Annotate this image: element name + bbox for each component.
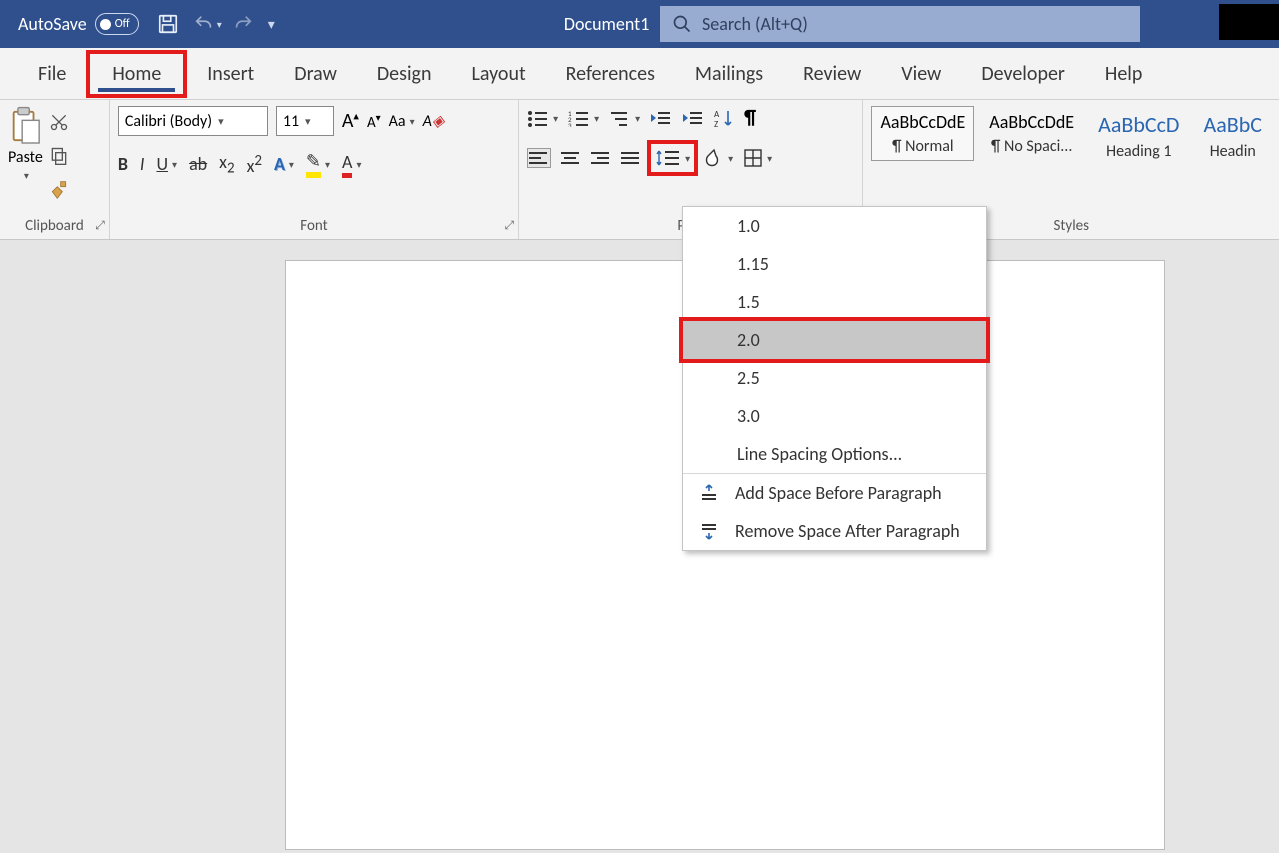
spacing-options[interactable]: Line Spacing Options... [683,435,986,473]
cut-icon[interactable] [49,112,69,132]
style-normal[interactable]: AaBbCcDdE ¶ Normal [871,106,974,161]
style-heading-2[interactable]: AaBbC Headin [1194,106,1271,166]
underline-button[interactable]: U▾ [156,153,177,175]
remove-space-after-icon [697,521,721,541]
clipboard-launcher-icon[interactable]: ⤢ [95,219,105,233]
show-hide-button[interactable]: ¶ [744,106,756,130]
add-space-before-icon [697,483,721,503]
tab-home[interactable]: Home [90,54,183,94]
ribbon-tabs: File Home Insert Draw Design Layout Refe… [0,48,1279,100]
borders-button[interactable]: ▾ [743,148,772,168]
svg-text:3: 3 [568,121,572,127]
line-spacing-button[interactable]: ▾ [651,144,694,172]
group-label-clipboard: Clipboard [8,215,101,237]
svg-text:Z: Z [714,119,718,128]
justify-button[interactable] [621,150,641,166]
spacing-3-0[interactable]: 3.0 [683,397,986,435]
paste-button[interactable]: Paste ▾ [8,106,43,182]
align-right-button[interactable] [591,150,611,166]
text-effects-button[interactable]: A▾ [274,153,294,175]
document-area [0,240,1279,853]
subscript-button[interactable]: x2 [219,151,234,178]
tab-mailings[interactable]: Mailings [675,54,783,94]
chevron-down-icon: ▾ [218,115,224,128]
grow-font-button[interactable]: A▴ [342,109,359,133]
undo-dropdown-icon[interactable]: ▾ [217,18,222,31]
line-spacing-menu: 1.0 1.15 1.5 2.0 2.5 3.0 Line Spacing Op… [682,206,987,551]
tab-view[interactable]: View [881,54,961,94]
ribbon: Paste ▾ Clipboard ⤢ Calibri (Body)▾ 11▾ … [0,100,1279,240]
tab-file[interactable]: File [18,54,86,94]
clear-formatting-button[interactable]: A◈ [423,111,445,131]
paste-chevron-icon[interactable]: ▾ [24,169,29,182]
font-color-button[interactable]: A▾ [342,151,361,178]
chevron-down-icon: ▾ [305,115,311,128]
font-name-combo[interactable]: Calibri (Body)▾ [118,106,268,136]
tab-insert[interactable]: Insert [187,54,274,94]
numbering-button[interactable]: 123▾ [568,109,599,127]
paste-label: Paste [8,148,43,167]
tab-layout[interactable]: Layout [451,54,545,94]
font-launcher-icon[interactable]: ⤢ [504,219,514,233]
autosave-label: AutoSave [18,13,87,35]
multilevel-list-button[interactable]: ▾ [609,109,640,127]
decrease-indent-button[interactable] [650,109,672,127]
group-label-font: Font [118,215,510,237]
change-case-button[interactable]: Aa▾ [389,112,415,131]
group-clipboard: Paste ▾ Clipboard ⤢ [0,100,110,239]
style-heading-1[interactable]: AaBbCcD Heading 1 [1089,106,1188,166]
strikethrough-button[interactable]: ab [189,153,207,175]
spacing-2-5[interactable]: 2.5 [683,359,986,397]
remove-space-after[interactable]: Remove Space After Paragraph [683,512,986,550]
spacing-1-0[interactable]: 1.0 [683,207,986,245]
tab-review[interactable]: Review [783,54,881,94]
qat-customize-icon[interactable]: ▾ [268,16,275,33]
redo-icon[interactable] [232,13,254,35]
tab-help[interactable]: Help [1085,54,1163,94]
autosave-state: Off [115,17,130,31]
shrink-font-button[interactable]: A▾ [367,111,381,132]
shading-button[interactable]: ▾ [704,148,733,168]
spacing-2-0[interactable]: 2.0 [683,321,986,359]
save-icon[interactable] [157,13,179,35]
tab-design[interactable]: Design [357,54,452,94]
tab-draw[interactable]: Draw [274,54,357,94]
group-font: Calibri (Body)▾ 11▾ A▴ A▾ Aa▾ A◈ B I U▾ … [110,100,519,239]
align-left-button[interactable] [527,148,551,168]
search-icon [672,14,692,34]
add-space-before[interactable]: Add Space Before Paragraph [683,474,986,512]
autosave-toggle[interactable]: Off [95,13,139,35]
highlight-button[interactable]: ✎▾ [306,150,330,178]
bullets-button[interactable]: ▾ [527,109,558,127]
undo-icon[interactable] [193,13,215,35]
font-size-combo[interactable]: 11▾ [276,106,334,136]
spacing-1-15[interactable]: 1.15 [683,245,986,283]
search-placeholder: Search (Alt+Q) [702,13,808,35]
copy-icon[interactable] [49,146,69,166]
increase-indent-button[interactable] [682,109,704,127]
doc-name: Document1 [564,13,649,35]
tab-developer[interactable]: Developer [961,54,1085,94]
autosave-knob [100,19,111,30]
format-painter-icon[interactable] [49,180,69,200]
italic-button[interactable]: I [140,153,145,175]
bold-button[interactable]: B [118,153,128,175]
title-bar: AutoSave Off ▾ ▾ Document1 - Word Search… [0,0,1279,48]
search-input[interactable]: Search (Alt+Q) [660,6,1140,42]
tab-references[interactable]: References [546,54,675,94]
spacing-1-5[interactable]: 1.5 [683,283,986,321]
account-redacted [1219,4,1279,40]
superscript-button[interactable]: x2 [247,152,262,177]
style-no-spacing[interactable]: AaBbCcDdE ¶ No Spaci... [980,106,1083,161]
sort-button[interactable]: AZ [714,108,734,128]
align-center-button[interactable] [561,150,581,166]
